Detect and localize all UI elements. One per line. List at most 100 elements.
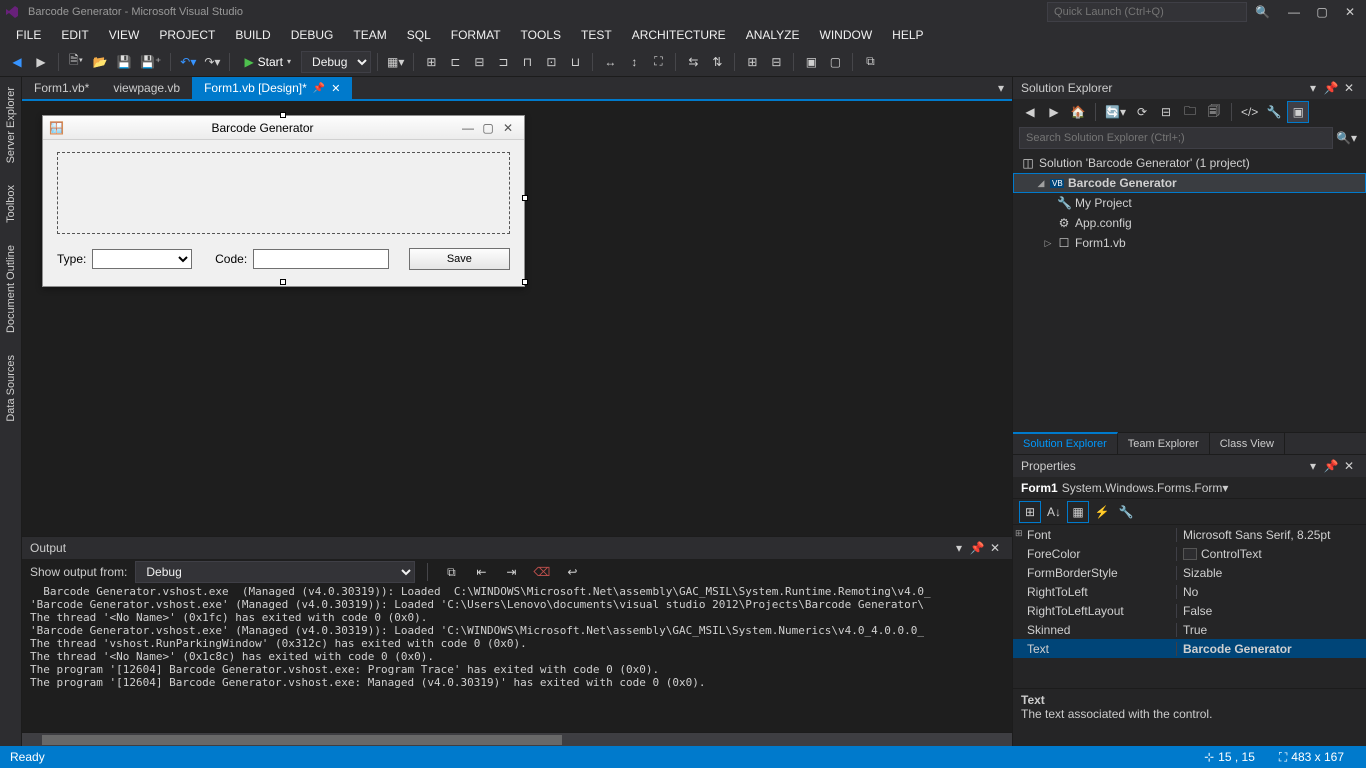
se-home-icon[interactable]: 🏠 — [1067, 101, 1089, 123]
property-row[interactable]: SkinnedTrue — [1013, 620, 1366, 639]
expander-icon[interactable]: ▷ — [1043, 238, 1053, 249]
panel-close-icon[interactable]: ✕ — [1340, 459, 1358, 473]
close-button[interactable]: ✕ — [1338, 2, 1362, 22]
panel-pin-icon[interactable]: 📌 — [968, 541, 986, 555]
property-value[interactable]: ControlText — [1177, 547, 1366, 561]
tabs-overflow-icon[interactable]: ▾ — [990, 77, 1012, 99]
tab-form1-code[interactable]: Form1.vb* — [22, 77, 101, 99]
property-value[interactable]: Barcode Generator — [1177, 642, 1366, 656]
center-v-icon[interactable]: ⊟ — [765, 51, 787, 73]
align-right-icon[interactable]: ⊐ — [492, 51, 514, 73]
se-show-all-icon[interactable]: 🗀 — [1179, 101, 1201, 123]
se-back-icon[interactable]: ◀ — [1019, 101, 1041, 123]
panel-pin-icon[interactable]: 📌 — [1322, 81, 1340, 95]
menu-project[interactable]: PROJECT — [149, 26, 225, 44]
same-size-icon[interactable]: ⛶ — [647, 51, 669, 73]
property-row[interactable]: ⊞FontMicrosoft Sans Serif, 8.25pt — [1013, 525, 1366, 544]
nav-forward-icon[interactable]: ▶ — [30, 51, 52, 73]
designed-form[interactable]: 🪟 Barcode Generator — ▢ ✕ Type: Code: — [42, 115, 525, 287]
se-show-all-files-icon[interactable]: 🗐 — [1203, 101, 1225, 123]
save-all-icon[interactable]: 💾⁺ — [137, 51, 164, 73]
output-h-scrollbar[interactable] — [22, 732, 1012, 746]
property-value[interactable]: Sizable — [1177, 566, 1366, 580]
se-collapse-icon[interactable]: ⊟ — [1155, 101, 1177, 123]
align-grid-icon[interactable]: ⊞ — [420, 51, 442, 73]
properties-object-selector[interactable]: Form1 System.Windows.Forms.Form ▾ — [1013, 477, 1366, 499]
tree-solution-node[interactable]: ◫ Solution 'Barcode Generator' (1 projec… — [1013, 153, 1366, 173]
menu-file[interactable]: FILE — [6, 26, 51, 44]
menu-tools[interactable]: TOOLS — [511, 26, 571, 44]
clear-all-icon[interactable]: ⌫ — [530, 561, 553, 583]
minimize-button[interactable]: — — [1282, 2, 1306, 22]
menu-view[interactable]: VIEW — [99, 26, 150, 44]
property-value[interactable]: False — [1177, 604, 1366, 618]
output-source-select[interactable]: Debug — [135, 561, 415, 583]
property-pages-icon[interactable]: 🔧 — [1115, 501, 1137, 523]
panel-dropdown-icon[interactable]: ▾ — [1304, 459, 1322, 473]
tree-project-node[interactable]: ◢ VB Barcode Generator — [1013, 173, 1366, 193]
maximize-button[interactable]: ▢ — [1310, 2, 1334, 22]
menu-analyze[interactable]: ANALYZE — [736, 26, 810, 44]
menu-architecture[interactable]: ARCHITECTURE — [622, 26, 736, 44]
menu-format[interactable]: FORMAT — [441, 26, 511, 44]
toggle-wrap-icon[interactable]: ↩ — [561, 561, 583, 583]
property-row[interactable]: RightToLeftLayoutFalse — [1013, 601, 1366, 620]
menu-team[interactable]: TEAM — [343, 26, 396, 44]
align-middle-icon[interactable]: ⊡ — [540, 51, 562, 73]
se-sync-icon[interactable]: 🔄▾ — [1102, 101, 1129, 123]
send-back-icon[interactable]: ▢ — [824, 51, 846, 73]
center-h-icon[interactable]: ⊞ — [741, 51, 763, 73]
config-select[interactable]: Debug — [301, 51, 371, 73]
menu-help[interactable]: HELP — [882, 26, 933, 44]
output-text[interactable]: Barcode Generator.vshost.exe (Managed (v… — [22, 585, 1012, 732]
alphabetical-icon[interactable]: A↓ — [1043, 501, 1065, 523]
undo-icon[interactable]: ↶▾ — [177, 51, 199, 73]
properties-icon[interactable]: ▦ — [1067, 501, 1089, 523]
quick-launch-input[interactable] — [1047, 2, 1247, 22]
property-value[interactable]: True — [1177, 623, 1366, 637]
type-combobox[interactable] — [92, 249, 191, 269]
property-value[interactable]: Microsoft Sans Serif, 8.25pt — [1177, 528, 1366, 542]
same-width-icon[interactable]: ↔ — [599, 51, 621, 73]
close-icon[interactable]: ✕ — [331, 82, 340, 95]
se-refresh-icon[interactable]: ⟳ — [1131, 101, 1153, 123]
property-row[interactable]: RightToLeftNo — [1013, 582, 1366, 601]
tree-item-myproject[interactable]: 🔧 My Project — [1013, 193, 1366, 213]
redo-icon[interactable]: ↷▾ — [201, 51, 223, 73]
property-value[interactable]: No — [1177, 585, 1366, 599]
align-bottom-icon[interactable]: ⊔ — [564, 51, 586, 73]
search-icon[interactable]: 🔍▾ — [1333, 127, 1360, 149]
open-file-icon[interactable]: 📂 — [89, 51, 111, 73]
properties-grid[interactable]: ⊞FontMicrosoft Sans Serif, 8.25ptForeCol… — [1013, 525, 1366, 688]
picturebox-barcode[interactable] — [57, 152, 510, 234]
pin-icon[interactable]: 📌 — [313, 83, 325, 94]
panel-close-icon[interactable]: ✕ — [986, 541, 1004, 555]
tab-viewpage[interactable]: viewpage.vb — [101, 77, 192, 99]
se-properties-icon[interactable]: 🔧 — [1263, 101, 1285, 123]
property-row[interactable]: TextBarcode Generator — [1013, 639, 1366, 658]
hspace-equal-icon[interactable]: ⇆ — [682, 51, 704, 73]
events-icon[interactable]: ⚡ — [1091, 501, 1113, 523]
find-message-icon[interactable]: ⧉ — [440, 561, 462, 583]
tree-item-appconfig[interactable]: ⚙ App.config — [1013, 213, 1366, 233]
bring-front-icon[interactable]: ▣ — [800, 51, 822, 73]
rail-toolbox[interactable]: Toolbox — [5, 179, 17, 229]
solution-search-input[interactable] — [1019, 127, 1333, 149]
rail-document-outline[interactable]: Document Outline — [5, 239, 17, 339]
panel-dropdown-icon[interactable]: ▾ — [1304, 81, 1322, 95]
layout-icon[interactable]: ▦▾ — [384, 51, 407, 73]
property-row[interactable]: FormBorderStyleSizable — [1013, 563, 1366, 582]
se-preview-icon[interactable]: ▣ — [1287, 101, 1309, 123]
vspace-equal-icon[interactable]: ⇅ — [706, 51, 728, 73]
se-forward-icon[interactable]: ▶ — [1043, 101, 1065, 123]
se-view-code-icon[interactable]: </> — [1238, 101, 1261, 123]
goto-next-icon[interactable]: ⇥ — [500, 561, 522, 583]
tab-team-explorer[interactable]: Team Explorer — [1118, 433, 1210, 454]
start-debug-button[interactable]: ▶ Start ▾ — [236, 51, 299, 73]
save-button[interactable]: Save — [409, 248, 510, 270]
search-icon[interactable]: 🔍 — [1247, 5, 1278, 19]
tree-item-form1[interactable]: ▷ ☐ Form1.vb — [1013, 233, 1366, 253]
categorized-icon[interactable]: ⊞ — [1019, 501, 1041, 523]
new-project-icon[interactable]: 🗎▾ — [65, 51, 87, 73]
align-top-icon[interactable]: ⊓ — [516, 51, 538, 73]
